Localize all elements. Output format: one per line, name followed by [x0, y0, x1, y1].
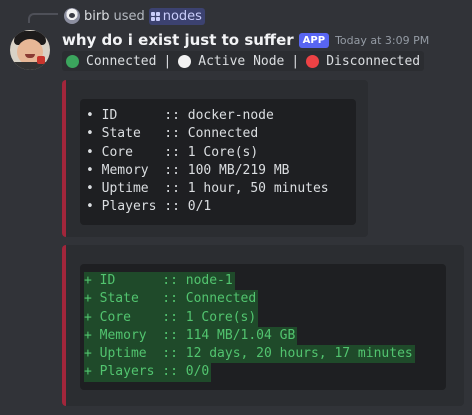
reply-reference[interactable]: birb used nodes	[64, 6, 205, 26]
node-line-core: + Core :: 1 Core(s)	[84, 308, 259, 327]
node-line-state: + State :: Connected	[84, 290, 259, 309]
avatar[interactable]	[10, 30, 50, 70]
node-line-memory: + Memory :: 114 MB/1.04 GB	[84, 326, 298, 346]
legend-separator: |	[163, 53, 172, 69]
node-line-players: • Players :: 0/1	[86, 199, 212, 215]
node-info-codeblock: • ID :: docker-node • State :: Connected…	[80, 99, 356, 225]
legend-connected: Connected	[86, 53, 157, 69]
grid-icon	[150, 11, 160, 21]
slash-command-chip[interactable]: nodes	[148, 7, 205, 25]
green-circle-icon	[66, 54, 79, 68]
node-line-uptime: • Uptime :: 1 hour, 50 minutes	[86, 181, 329, 197]
status-legend: Connected | Active Node | Disconnected	[62, 51, 425, 71]
node-line-players: + Players :: 0/0	[84, 363, 212, 382]
legend-active: Active Node	[198, 53, 285, 69]
reply-used-text: used	[113, 8, 145, 24]
message-timestamp[interactable]: Today at 3:09 PM	[335, 34, 429, 47]
node-embed-docker: • ID :: docker-node • State :: Connected…	[62, 80, 368, 237]
message-header: why do i exist just to suffer APP Today …	[62, 30, 429, 50]
command-name: nodes	[162, 8, 202, 24]
node-info-diff-codeblock: + ID :: node-1 + State :: Connected + Co…	[80, 264, 446, 390]
node-line-id: + ID :: node-1	[84, 272, 235, 291]
node-embed-node-1: + ID :: node-1 + State :: Connected + Co…	[62, 245, 464, 406]
message-username[interactable]: why do i exist just to suffer	[62, 31, 294, 49]
app-badge: APP	[298, 32, 330, 48]
white-circle-icon	[178, 54, 192, 68]
node-line-uptime: + Uptime :: 12 days, 20 hours, 17 minute…	[84, 345, 415, 364]
legend-separator: |	[291, 53, 300, 69]
red-circle-icon	[306, 54, 320, 68]
node-line-core: • Core :: 1 Core(s)	[86, 144, 259, 160]
reply-connector	[28, 13, 58, 23]
node-line-state: • State :: Connected	[86, 126, 259, 142]
replied-username[interactable]: birb	[84, 9, 109, 24]
node-line-id: • ID :: docker-node	[86, 108, 274, 123]
node-line-memory: • Memory :: 100 MB/219 MB	[86, 162, 290, 178]
replied-user-avatar[interactable]	[64, 8, 80, 24]
legend-disconnected: Disconnected	[326, 53, 421, 69]
